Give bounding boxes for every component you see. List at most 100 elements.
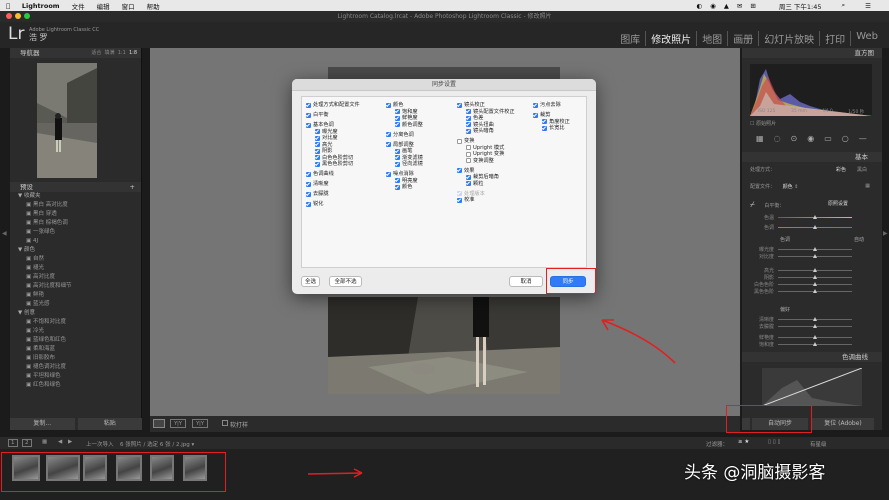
module-print[interactable]: 打印 (820, 31, 852, 46)
checkbox-box[interactable] (533, 112, 538, 118)
slider-knob[interactable] (813, 215, 817, 219)
sync-checkbox[interactable]: 基本色调 (306, 122, 334, 128)
checkbox-box[interactable] (457, 138, 462, 144)
sync-checkbox[interactable]: 校准 (457, 197, 474, 203)
histogram[interactable]: ISO 125 35 mm f/4.0 1/50 秒 (750, 64, 872, 116)
checkbox-box[interactable] (395, 115, 400, 121)
checkbox-box[interactable] (386, 142, 391, 147)
slider-track[interactable] (778, 324, 852, 328)
sync-checkbox[interactable]: 曝光度 (315, 129, 338, 135)
preset-group[interactable]: ▼ 颜色 (10, 246, 141, 255)
checkbox-box[interactable] (395, 161, 400, 167)
zoom-window-button[interactable] (24, 13, 30, 19)
checkbox-box[interactable] (542, 119, 547, 124)
tone-auto-button[interactable]: 自动 (854, 236, 864, 243)
minimize-window-button[interactable] (15, 13, 21, 19)
checkbox-box[interactable] (306, 191, 311, 197)
develop-slider-row[interactable]: 黑色色阶 (750, 288, 872, 295)
module-book[interactable]: 画册 (728, 31, 760, 46)
preset-item[interactable]: ▣ 蓝绿色和红色 (10, 336, 141, 345)
left-panel-toggle-icon[interactable]: ◀ (2, 230, 7, 237)
sync-checkbox[interactable]: 局部调整 (386, 142, 414, 148)
sync-checkbox[interactable]: 径向滤镜 (395, 161, 423, 167)
preset-item[interactable]: ▣ 旧影胶布 (10, 354, 141, 363)
checkbox-box[interactable] (457, 168, 462, 173)
paste-settings-button[interactable]: 粘贴 (77, 418, 142, 430)
sync-checkbox[interactable]: 阴影 (315, 148, 332, 154)
sync-checkbox[interactable]: 效果 (457, 168, 474, 174)
sync-checkbox[interactable]: 高光 (315, 142, 332, 148)
preset-group[interactable]: ▼ 创意 (10, 309, 141, 318)
sync-checkbox[interactable]: 处理方式和配置文件 (306, 102, 360, 108)
slider-knob[interactable] (813, 247, 817, 251)
slider-knob[interactable] (813, 289, 817, 293)
reset-button[interactable]: 复位 (Adobe) (812, 418, 874, 430)
checkbox-box[interactable] (395, 184, 400, 190)
add-preset-icon[interactable]: + (130, 182, 135, 192)
sync-checkbox[interactable]: 画笔 (395, 148, 412, 154)
checkbox-box[interactable] (395, 109, 400, 114)
menu-help[interactable]: 帮助 (147, 1, 160, 11)
sync-checkbox[interactable]: 噪点消除 (386, 171, 414, 177)
develop-slider-row[interactable]: 清晰度 (750, 316, 872, 323)
crop-icon[interactable]: ◌ (774, 134, 781, 143)
graduated-filter-icon[interactable]: ▭ (824, 134, 832, 143)
search-icon[interactable]: ⌕ (842, 1, 846, 10)
back-arrow-icon[interactable]: ◀ (58, 439, 62, 445)
soft-proof-checkbox[interactable] (222, 420, 228, 426)
checkbox-box[interactable] (315, 148, 320, 154)
develop-slider-row[interactable]: 高光 (750, 267, 872, 274)
slider-track[interactable] (778, 275, 852, 279)
sync-checkbox[interactable]: 色差 (466, 115, 483, 121)
checkbox-box[interactable] (395, 122, 400, 127)
develop-slider-row[interactable]: 阴影 (750, 274, 872, 281)
radial-filter-icon[interactable]: ○ (842, 134, 849, 143)
slider-track[interactable] (778, 289, 852, 293)
checkbox-box[interactable] (306, 112, 311, 118)
checkbox-box[interactable] (466, 151, 471, 157)
wb-eyedropper-icon[interactable]: ⌿ (750, 200, 755, 209)
before-after-lr-icon[interactable]: Y|Y (170, 419, 186, 428)
module-library[interactable]: 图库 (615, 31, 647, 46)
sync-checkbox[interactable]: 长宽比 (542, 125, 565, 131)
main-photo[interactable] (328, 297, 560, 394)
checkbox-box[interactable] (457, 197, 462, 203)
filter-stars[interactable]: ≥ ★ (738, 439, 749, 445)
sync-checkbox[interactable]: 变换 (457, 138, 474, 144)
preset-item[interactable]: ▣ 褪光 (10, 264, 141, 273)
slider-track[interactable] (778, 317, 852, 321)
profile-browser-icon[interactable]: ▦ (865, 183, 870, 189)
checkbox-box[interactable] (306, 201, 311, 207)
checkbox-box[interactable] (466, 122, 471, 127)
original-photo-toggle[interactable]: ☐ 原始照片 (750, 120, 776, 127)
slider-knob[interactable] (813, 342, 817, 346)
zoom-fill[interactable]: 填满 (105, 50, 115, 56)
preset-item[interactable]: ▣ 自然 (10, 255, 141, 264)
sync-checkbox[interactable]: 渐变滤镜 (395, 155, 423, 161)
develop-slider-row[interactable]: 对比度 (750, 253, 872, 260)
sync-checkbox[interactable]: 对比度 (315, 135, 338, 141)
slider-track[interactable] (778, 282, 852, 286)
sync-checkbox[interactable]: 鲜艳度 (395, 115, 418, 121)
sync-checkbox[interactable]: 清晰度 (306, 181, 329, 187)
sync-checkbox[interactable]: 色调曲线 (306, 171, 334, 177)
checkbox-box[interactable] (466, 115, 471, 121)
menu-edit[interactable]: 编辑 (97, 1, 110, 11)
sync-checkbox[interactable]: 镜头暗角 (466, 128, 494, 134)
sync-checkbox[interactable]: 锐化 (306, 201, 323, 207)
page-1-button[interactable]: 1 (8, 439, 18, 447)
checkbox-box[interactable] (466, 158, 471, 163)
checkbox-box[interactable] (306, 122, 311, 128)
sync-checkbox[interactable]: Upright 模式 (466, 145, 504, 151)
preset-item[interactable]: ▣ 4J (10, 237, 141, 246)
slider-track[interactable] (778, 254, 852, 258)
slider-knob[interactable] (813, 282, 817, 286)
apple-icon[interactable]:  (6, 2, 10, 10)
checkbox-box[interactable] (395, 178, 400, 183)
navigator-preview[interactable] (37, 63, 97, 178)
menu-window[interactable]: 窗口 (122, 1, 135, 11)
photo-count[interactable]: 6 张照片 / 选定 6 张 / 2.jpg ▾ (120, 440, 194, 448)
slider-knob[interactable] (813, 225, 817, 229)
slider-track[interactable] (778, 335, 852, 339)
brush-icon[interactable]: — (859, 134, 867, 143)
